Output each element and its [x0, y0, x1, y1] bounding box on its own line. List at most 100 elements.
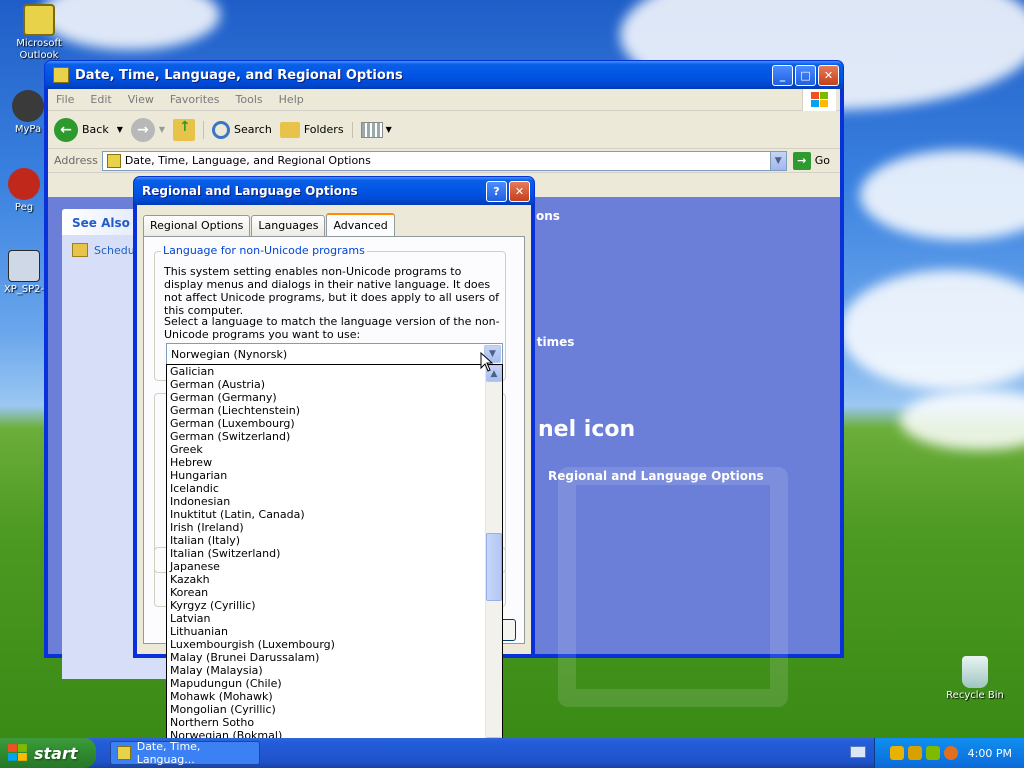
explorer-title: Date, Time, Language, and Regional Optio…	[75, 67, 403, 83]
menu-tools[interactable]: Tools	[236, 93, 263, 106]
dialog-titlebar[interactable]: Regional and Language Options ? ✕	[134, 177, 534, 205]
maximize-button[interactable]: □	[795, 64, 816, 86]
language-option[interactable]: Mongolian (Cyrillic)	[167, 703, 485, 716]
network-icon[interactable]	[925, 746, 940, 760]
go-arrow-icon: →	[792, 151, 811, 170]
views-icon	[360, 121, 383, 138]
windows-flag-icon	[8, 744, 27, 761]
folders-button[interactable]: Folders	[279, 121, 344, 138]
language-option[interactable]: Kyrgyz (Cyrillic)	[167, 599, 485, 612]
windows-logo-icon	[802, 89, 836, 111]
header-fragment: ons	[536, 209, 560, 223]
language-option[interactable]: Latvian	[167, 612, 485, 625]
dropdown-arrow-icon: ▼	[385, 125, 392, 134]
see-also-item-label: Schedu	[94, 243, 135, 257]
language-option[interactable]: Malay (Malaysia)	[167, 664, 485, 677]
folder-up-icon: ↑	[173, 118, 196, 141]
menu-file[interactable]: File	[56, 93, 74, 106]
language-option[interactable]: Hungarian	[167, 469, 485, 482]
start-button[interactable]: start	[0, 738, 96, 768]
go-button[interactable]: → Go	[792, 151, 830, 170]
scroll-thumb[interactable]	[486, 533, 502, 601]
explorer-titlebar[interactable]: Date, Time, Language, and Regional Optio…	[45, 61, 843, 89]
close-button[interactable]: ✕	[818, 64, 839, 86]
security-alert-icon[interactable]	[907, 746, 922, 760]
language-option[interactable]: German (Liechtenstein)	[167, 404, 485, 417]
group-title: Language for non-Unicode programs	[161, 244, 367, 257]
language-option[interactable]: Icelandic	[167, 482, 485, 495]
toolbar: ← Back ▼ → ▼ ↑ Search Folders ▼	[48, 111, 840, 149]
language-option[interactable]: German (Austria)	[167, 378, 485, 391]
scheduled-tasks-icon	[72, 243, 88, 257]
language-dropdown-list[interactable]: Galician German (Austria) German (Germany)…	[166, 364, 503, 755]
dropdown-scrollbar[interactable]: ▲ ▼	[485, 365, 502, 754]
control-panel-icon	[106, 153, 121, 168]
language-option[interactable]: German (Germany)	[167, 391, 485, 404]
desktop-icon-label: Microsoft Outlook	[16, 38, 62, 61]
language-option[interactable]: Irish (Ireland)	[167, 521, 485, 534]
language-option[interactable]: Korean	[167, 586, 485, 599]
desktop-icon-outlook[interactable]: Microsoft Outlook	[4, 4, 74, 62]
language-option[interactable]: Luxembourgish (Luxembourg)	[167, 638, 485, 651]
folders-icon	[279, 121, 300, 138]
desktop-icon-label: Recycle Bin	[946, 690, 1004, 701]
language-option[interactable]: Northern Sotho	[167, 716, 485, 729]
control-panel-icon	[53, 67, 69, 83]
language-option[interactable]: Greek	[167, 443, 485, 456]
forward-button[interactable]: → ▼	[130, 117, 165, 142]
forward-arrow-icon: →	[130, 117, 155, 142]
address-input[interactable]: Date, Time, Language, and Regional Optio…	[101, 150, 787, 171]
taskbar-item-control-panel[interactable]: Date, Time, Languag...	[110, 740, 260, 766]
taskbar: start Date, Time, Languag... 4:00 PM	[0, 738, 1024, 768]
language-option[interactable]: German (Switzerland)	[167, 430, 485, 443]
language-option[interactable]: Mapudungun (Chile)	[167, 677, 485, 690]
watermark-icon	[558, 467, 788, 707]
menu-help[interactable]: Help	[279, 93, 304, 106]
help-button[interactable]: ?	[486, 180, 507, 202]
tab-regional-options[interactable]: Regional Options	[143, 215, 251, 236]
clock[interactable]: 4:00 PM	[968, 747, 1012, 760]
search-button[interactable]: Search	[203, 120, 272, 139]
desktop-icon-recycle-bin[interactable]: Recycle Bin	[940, 656, 1010, 702]
language-select[interactable]: Norwegian (Nynorsk) ▼	[166, 343, 503, 365]
views-button[interactable]: ▼	[351, 121, 392, 138]
language-option[interactable]: German (Luxembourg)	[167, 417, 485, 430]
dropdown-arrow-icon[interactable]: ▼	[117, 125, 123, 134]
tab-languages[interactable]: Languages	[251, 215, 326, 236]
menu-favorites[interactable]: Favorites	[170, 93, 220, 106]
language-option[interactable]: Italian (Italy)	[167, 534, 485, 547]
language-option[interactable]: Italian (Switzerland)	[167, 547, 485, 560]
language-option[interactable]: Inuktitut (Latin, Canada)	[167, 508, 485, 521]
go-label: Go	[814, 154, 830, 167]
keyboard-icon[interactable]	[850, 746, 866, 758]
address-dropdown-icon[interactable]: ▼	[769, 151, 786, 170]
search-icon	[212, 120, 231, 139]
minimize-button[interactable]: _	[772, 64, 793, 86]
system-tray: 4:00 PM	[874, 738, 1024, 768]
menu-view[interactable]: View	[128, 93, 154, 106]
back-arrow-icon: ←	[54, 117, 78, 142]
folders-label: Folders	[303, 123, 344, 136]
menubar: File Edit View Favorites Tools Help	[48, 89, 840, 111]
language-option[interactable]: Lithuanian	[167, 625, 485, 638]
menu-edit[interactable]: Edit	[90, 93, 111, 106]
language-option[interactable]: Mohawk (Mohawk)	[167, 690, 485, 703]
tab-advanced[interactable]: Advanced	[326, 213, 395, 236]
address-label: Address	[54, 154, 98, 167]
language-option[interactable]: Malay (Brunei Darussalam)	[167, 651, 485, 664]
language-option[interactable]: Hebrew	[167, 456, 485, 469]
language-option[interactable]: Galician	[167, 365, 485, 378]
language-select-value: Norwegian (Nynorsk)	[171, 347, 288, 361]
control-panel-icon	[117, 746, 131, 760]
cloud	[840, 270, 1024, 390]
language-option[interactable]: Indonesian	[167, 495, 485, 508]
language-option[interactable]: Kazakh	[167, 573, 485, 586]
up-button[interactable]: ↑	[173, 118, 196, 141]
search-icon[interactable]	[943, 746, 958, 760]
language-option[interactable]: Japanese	[167, 560, 485, 573]
dialog-close-button[interactable]: ✕	[509, 180, 530, 202]
start-label: start	[34, 743, 78, 763]
back-button[interactable]: ← Back ▼	[54, 117, 123, 142]
dialog-title: Regional and Language Options	[142, 184, 358, 198]
security-shield-icon[interactable]	[889, 746, 904, 760]
